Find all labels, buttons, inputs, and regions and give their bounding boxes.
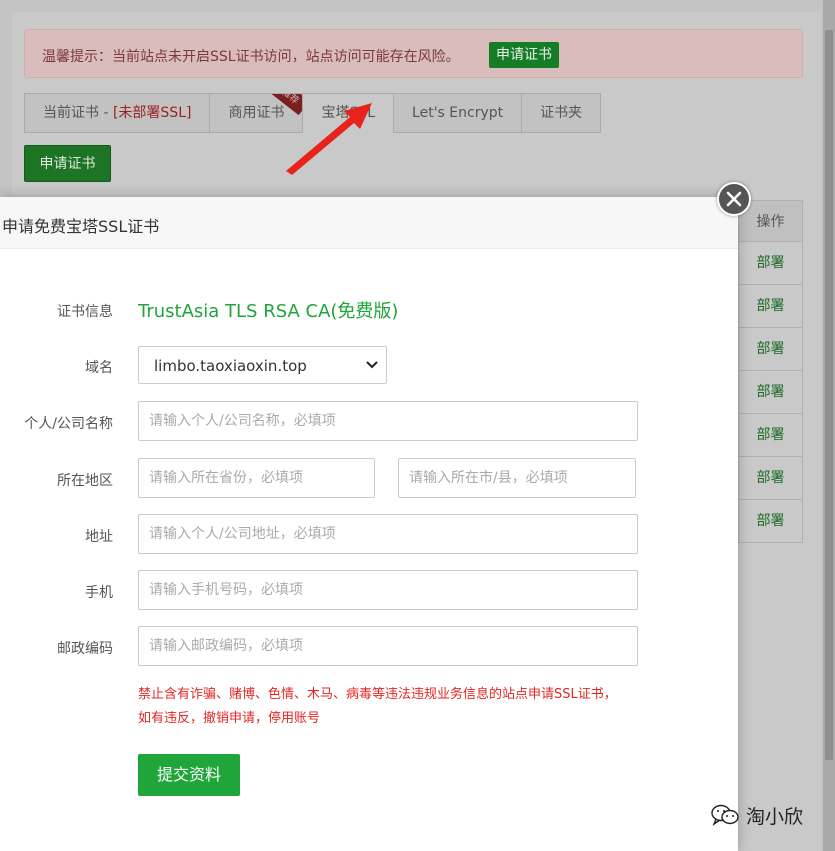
tab-lets-encrypt[interactable]: Let's Encrypt: [393, 93, 523, 133]
wechat-icon: [711, 804, 739, 826]
region-label: 所在地区: [57, 473, 113, 489]
cert-info-label: 证书信息: [57, 304, 113, 320]
tab-current-cert-label: 当前证书 -: [43, 105, 113, 121]
modal-close-button[interactable]: [717, 182, 751, 216]
modal-title: 申请免费宝塔SSL证书: [2, 217, 160, 236]
notice-line-1: 禁止含有诈骗、赌博、色情、木马、病毒等违法违规业务信息的站点申请SSL证书，: [138, 687, 617, 702]
cert-info-value: TrustAsia TLS RSA CA(免费版): [138, 301, 399, 322]
address-label: 地址: [85, 529, 113, 545]
apply-ssl-modal: 申请免费宝塔SSL证书 证书信息 TrustAsia TLS RSA CA(免费…: [0, 197, 738, 851]
cert-table-actions: 操作 部署 部署 部署 部署 部署 部署 部署: [738, 200, 803, 543]
wechat-watermark: 淘小欣: [710, 802, 803, 828]
tab-cert-folder-label: 证书夹: [540, 105, 583, 121]
deploy-link[interactable]: 部署: [738, 500, 803, 543]
watermark-text: 淘小欣: [746, 805, 804, 828]
phone-label: 手机: [85, 585, 113, 601]
postcode-label: 邮政编码: [57, 641, 113, 657]
tab-current-cert-status: [未部署SSL]: [112, 105, 192, 121]
close-icon: [726, 191, 742, 207]
domain-label: 域名: [85, 360, 113, 376]
tab-cert-folder[interactable]: 证书夹: [521, 93, 602, 133]
address-input[interactable]: [138, 514, 638, 554]
tab-current-cert[interactable]: 当前证书 - [未部署SSL]: [24, 93, 211, 133]
modal-header: 申请免费宝塔SSL证书: [0, 197, 738, 249]
phone-input[interactable]: [138, 570, 638, 610]
province-input[interactable]: [138, 458, 375, 498]
deploy-link[interactable]: 部署: [738, 414, 803, 457]
deploy-link[interactable]: 部署: [738, 242, 803, 285]
tab-lets-encrypt-label: Let's Encrypt: [412, 105, 504, 121]
deploy-link[interactable]: 部署: [738, 285, 803, 328]
page-scrollbar[interactable]: [823, 0, 835, 851]
city-input[interactable]: [398, 458, 636, 498]
deploy-link[interactable]: 部署: [738, 371, 803, 414]
chevron-down-icon: [366, 361, 378, 369]
warning-text: 温馨提示：当前站点未开启SSL证书访问，站点访问可能存在风险。: [42, 49, 460, 65]
apply-cert-button[interactable]: 申请证书: [24, 145, 111, 182]
ssl-warning-banner: 温馨提示：当前站点未开启SSL证书访问，站点访问可能存在风险。 申请证书: [24, 29, 803, 78]
deploy-link[interactable]: 部署: [738, 457, 803, 500]
company-name-input[interactable]: [138, 401, 638, 441]
notice-line-2: 如有违反，撤销申请，停用账号: [138, 711, 321, 726]
scrollbar-thumb[interactable]: [825, 30, 833, 760]
submit-button[interactable]: 提交资料: [138, 754, 240, 796]
compliance-notice: 禁止含有诈骗、赌博、色情、木马、病毒等违法违规业务信息的站点申请SSL证书， 如…: [138, 683, 698, 731]
postcode-input[interactable]: [138, 626, 638, 666]
domain-select[interactable]: limbo.taoxiaoxin.top: [138, 346, 387, 384]
domain-selected-value: limbo.taoxiaoxin.top: [154, 357, 307, 375]
red-arrow-annotation: [286, 103, 372, 175]
tab-commercial-cert-label: 商用证书: [228, 105, 285, 121]
deploy-link[interactable]: 部署: [738, 328, 803, 371]
company-label: 个人/公司名称: [24, 416, 113, 432]
banner-apply-cert-button[interactable]: 申请证书: [489, 42, 559, 68]
